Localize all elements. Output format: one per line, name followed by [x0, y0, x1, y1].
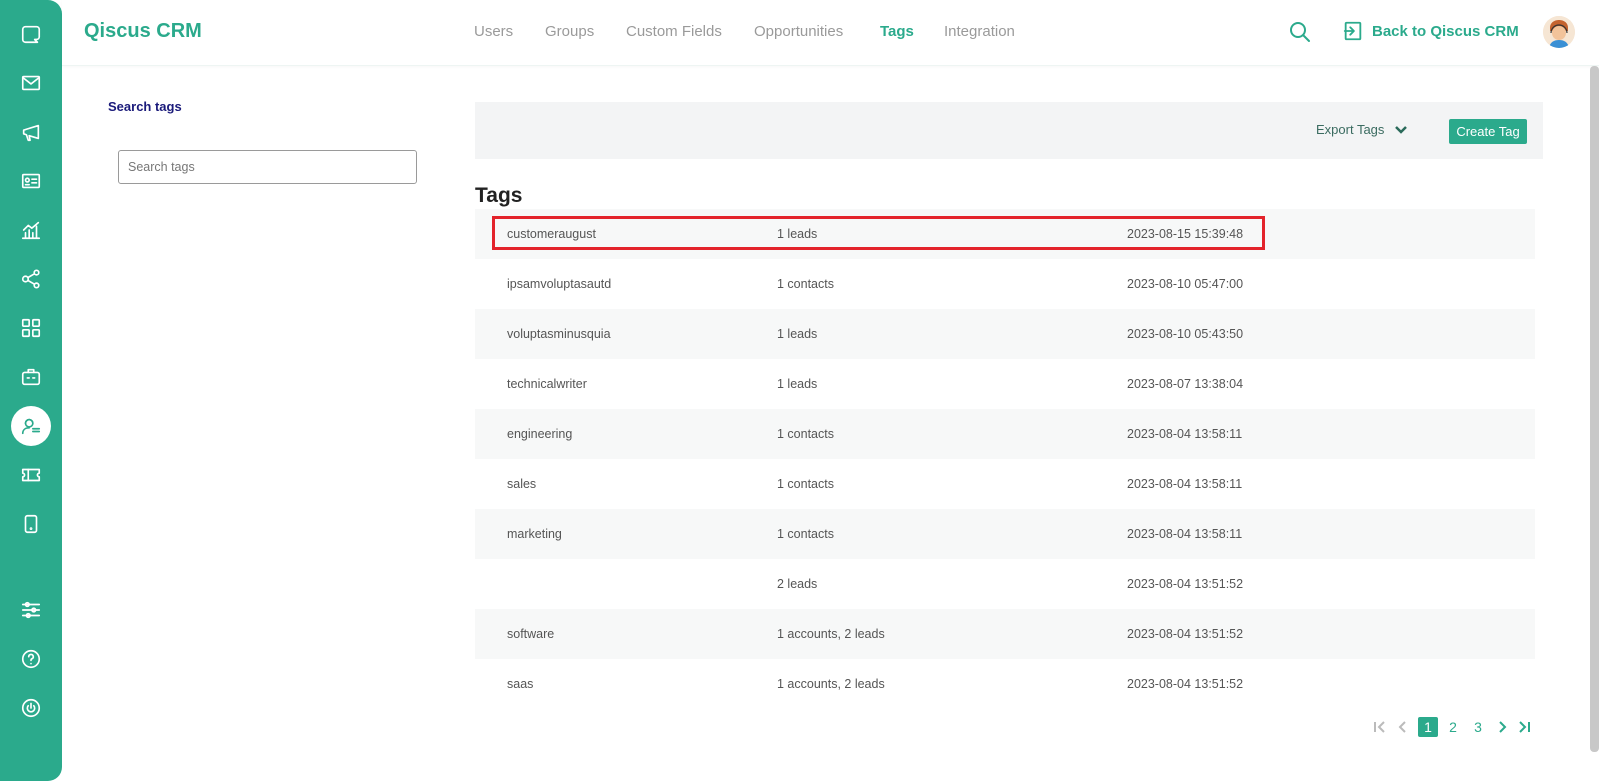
search-tags-label: Search tags: [108, 99, 182, 114]
tag-date: 2023-08-04 13:51:52: [1127, 677, 1244, 691]
first-page-button[interactable]: [1372, 717, 1388, 737]
mail-icon[interactable]: [11, 63, 51, 103]
table-row[interactable]: engineering 1 contacts 2023-08-04 13:58:…: [475, 409, 1535, 459]
mobile-icon[interactable]: [11, 504, 51, 544]
tag-date: 2023-08-10 05:43:50: [1127, 327, 1244, 341]
chevron-left-icon: [1398, 721, 1406, 733]
exit-icon: [1343, 21, 1362, 41]
next-page-button[interactable]: [1495, 717, 1509, 737]
power-icon[interactable]: [11, 688, 51, 728]
tag-count: 1 accounts, 2 leads: [777, 627, 885, 641]
tag-date: 2023-08-04 13:51:52: [1127, 577, 1244, 591]
agent-icon[interactable]: [11, 406, 51, 446]
table-row[interactable]: technicalwriter 1 leads 2023-08-07 13:38…: [475, 359, 1535, 409]
tag-date: 2023-08-04 13:58:11: [1127, 477, 1243, 491]
tag-count: 1 leads: [777, 227, 818, 241]
tag-date: 2023-08-04 13:51:52: [1127, 627, 1244, 641]
share-nodes-icon[interactable]: [11, 259, 51, 299]
tags-title: Tags: [475, 184, 523, 207]
apps-grid-icon[interactable]: [11, 308, 51, 348]
tag-count: 1 leads: [777, 327, 818, 341]
table-row[interactable]: voluptasminusquia 1 leads 2023-08-10 05:…: [475, 309, 1535, 359]
nav-users[interactable]: Users: [474, 23, 513, 40]
megaphone-icon[interactable]: [11, 112, 51, 152]
prev-page-button[interactable]: [1396, 717, 1410, 737]
tag-count: 2 leads: [777, 577, 818, 591]
table-row[interactable]: customeraugust 1 leads 2023-08-15 15:39:…: [475, 209, 1535, 259]
tag-count: 1 contacts: [777, 527, 834, 541]
export-tags-label: Export Tags: [1316, 122, 1385, 137]
sidebar-rail: [0, 0, 62, 781]
back-to-crm-label: Back to Qiscus CRM: [1372, 22, 1519, 40]
tag-date: 2023-08-10 05:47:00: [1127, 277, 1244, 291]
page-scrollbar[interactable]: [1590, 66, 1599, 752]
last-page-button[interactable]: [1516, 717, 1532, 737]
ticket-icon[interactable]: [11, 455, 51, 495]
tag-count: 1 contacts: [777, 427, 834, 441]
page-3[interactable]: 3: [1468, 717, 1488, 737]
table-row[interactable]: sales 1 contacts 2023-08-04 13:58:11: [475, 459, 1535, 509]
brand-logo[interactable]: Qiscus CRM: [84, 20, 202, 43]
table-row[interactable]: software 1 accounts, 2 leads 2023-08-04 …: [475, 609, 1535, 659]
tag-date: 2023-08-04 13:58:11: [1127, 427, 1243, 441]
table-row[interactable]: 2 leads 2023-08-04 13:51:52: [475, 559, 1535, 609]
page-1[interactable]: 1: [1418, 717, 1438, 737]
nav-groups[interactable]: Groups: [545, 23, 594, 40]
analytics-icon[interactable]: [11, 210, 51, 250]
tag-date: 2023-08-07 13:38:04: [1127, 377, 1244, 391]
tag-count: 1 contacts: [777, 277, 834, 291]
table-row[interactable]: marketing 1 contacts 2023-08-04 13:58:11: [475, 509, 1535, 559]
tag-name: voluptasminusquia: [507, 327, 611, 341]
top-header: Qiscus CRM Users Groups Custom Fields Op…: [62, 0, 1599, 66]
table-row[interactable]: saas 1 accounts, 2 leads 2023-08-04 13:5…: [475, 659, 1535, 709]
settings-sliders-icon[interactable]: [11, 590, 51, 630]
tag-name: sales: [507, 477, 537, 491]
chevron-right-icon: [1499, 721, 1507, 733]
search-input[interactable]: [118, 150, 417, 184]
tags-table: customeraugust 1 leads 2023-08-15 15:39:…: [475, 209, 1535, 709]
nav-custom-fields[interactable]: Custom Fields: [626, 23, 722, 40]
help-icon[interactable]: [11, 639, 51, 679]
last-page-icon: [1519, 721, 1530, 733]
tag-date: 2023-08-04 13:58:11: [1127, 527, 1243, 541]
search-icon[interactable]: [1288, 20, 1314, 46]
tag-name: marketing: [507, 527, 562, 541]
export-tags-dropdown[interactable]: Export Tags: [1316, 122, 1408, 137]
tag-count: 1 leads: [777, 377, 818, 391]
nav-integration[interactable]: Integration: [944, 23, 1015, 40]
page-2[interactable]: 2: [1443, 717, 1463, 737]
tag-name: saas: [507, 677, 534, 691]
tag-name: ipsamvoluptasautd: [507, 277, 612, 291]
first-page-icon: [1374, 721, 1385, 733]
tag-name: customeraugust: [507, 227, 596, 241]
chevron-down-icon: [1395, 125, 1408, 134]
bot-icon[interactable]: [11, 357, 51, 397]
nav-opportunities[interactable]: Opportunities: [754, 23, 843, 40]
tag-count: 1 accounts, 2 leads: [777, 677, 885, 691]
chat-icon[interactable]: [11, 14, 51, 54]
tags-toolbar: Export Tags Create Tag: [475, 102, 1543, 159]
back-to-crm-link[interactable]: Back to Qiscus CRM: [1342, 20, 1519, 42]
tag-count: 1 contacts: [777, 477, 834, 491]
tag-date: 2023-08-15 15:39:48: [1127, 227, 1244, 241]
tag-name: engineering: [507, 427, 573, 441]
create-tag-button[interactable]: Create Tag: [1449, 119, 1527, 144]
contact-card-icon[interactable]: [11, 161, 51, 201]
tag-name: software: [507, 627, 555, 641]
nav-tags[interactable]: Tags: [880, 23, 914, 40]
avatar[interactable]: [1543, 16, 1575, 48]
tag-name: technicalwriter: [507, 377, 587, 391]
table-row[interactable]: ipsamvoluptasautd 1 contacts 2023-08-10 …: [475, 259, 1535, 309]
